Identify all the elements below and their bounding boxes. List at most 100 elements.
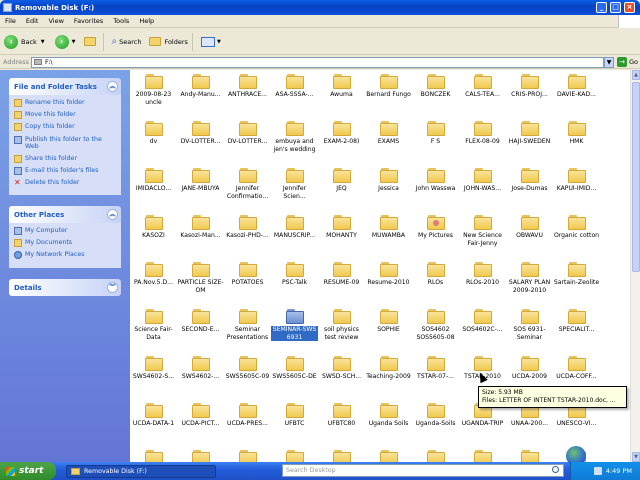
folder-item[interactable]: SPECIALIT... [553, 309, 600, 334]
file-folder-tasks-header[interactable]: File and Folder Tasks ︽ [9, 78, 121, 95]
collapse-chevron-icon[interactable]: ︽ [107, 81, 118, 92]
place-my-documents[interactable]: My Documents [14, 239, 117, 248]
menu-view[interactable]: View [43, 17, 68, 25]
expand-chevron-icon[interactable]: ︾ [107, 282, 118, 293]
folder-item[interactable]: Seminar Presentations [224, 309, 271, 341]
folder-item[interactable]: UFBTC [271, 403, 318, 428]
folder-item[interactable]: OBWAVU [506, 215, 553, 240]
folder-item[interactable]: JEQ [318, 168, 365, 193]
folder-item[interactable]: DV-LOTTER... [177, 121, 224, 146]
folder-item[interactable]: Kasozi-PHD-... [224, 215, 271, 240]
folders-button[interactable]: Folders [149, 37, 188, 46]
folder-item[interactable]: UCDA-PICT... [177, 403, 224, 428]
folder-item[interactable]: TSTAR-07-... [412, 356, 459, 381]
views-button[interactable]: ▼ [200, 36, 221, 47]
folder-item[interactable]: Organic cotton [553, 215, 600, 240]
folder-item[interactable] [459, 450, 506, 462]
folder-item[interactable]: JANE-MBUYA [177, 168, 224, 193]
folder-item[interactable]: SOPHIE [365, 309, 412, 334]
folder-item[interactable]: Bernard Fungo [365, 74, 412, 99]
folder-item[interactable]: UFBTC80 [318, 403, 365, 428]
scroll-down-icon[interactable]: ▼ [632, 452, 640, 462]
folder-item[interactable]: KAPUI-IMID... [553, 168, 600, 193]
folder-item[interactable]: SWS5605C-09 [224, 356, 271, 381]
folder-item[interactable]: Uganda Soils [365, 403, 412, 428]
desktop-search-input[interactable]: Search Desktop [282, 464, 564, 477]
folder-item[interactable]: UCDA-COFF... [553, 356, 600, 381]
close-button[interactable]: × [624, 2, 635, 13]
back-button[interactable]: ‹ Back ▼ [4, 34, 45, 49]
folder-item[interactable]: SEMINAR-SWS 6931 [271, 309, 318, 341]
folder-item[interactable]: RLOs [412, 262, 459, 287]
task-email-files[interactable]: E-mail this folder's files [14, 166, 117, 175]
folder-item[interactable]: soil physics test review [318, 309, 365, 341]
folder-item[interactable]: Jose-Dumas [506, 168, 553, 193]
folder-item[interactable] [365, 450, 412, 462]
task-copy-folder[interactable]: Copy this folder [14, 123, 117, 132]
menu-edit[interactable]: Edit [21, 17, 44, 25]
folder-item[interactable]: MANUSCRIP... [271, 215, 318, 240]
folder-item[interactable]: BONCZEK [412, 74, 459, 99]
folder-item[interactable] [224, 450, 271, 462]
folder-item[interactable]: SECOND-E... [177, 309, 224, 334]
folder-item[interactable]: SWS5605C-DE [271, 356, 318, 381]
folder-item[interactable]: RLOs-2010 [459, 262, 506, 287]
up-folder-button[interactable] [80, 37, 99, 46]
folder-item[interactable]: POTATOES [224, 262, 271, 287]
folder-item[interactable]: Uganda-Soils [412, 403, 459, 428]
folder-item[interactable]: Awuma [318, 74, 365, 99]
scroll-thumb[interactable] [632, 82, 640, 272]
folder-item[interactable]: DAVIE-KAD... [553, 74, 600, 99]
task-move-folder[interactable]: Move this folder [14, 111, 117, 120]
folder-item[interactable]: 2009-08-23 uncle [130, 74, 177, 106]
folder-item[interactable]: IMIDACLO... [130, 168, 177, 193]
folder-item[interactable]: MUWAMBA [365, 215, 412, 240]
folder-item[interactable]: Kasozi-Man... [177, 215, 224, 240]
folder-item[interactable]: PARTICLE SIZE-OM [177, 262, 224, 294]
folder-item[interactable]: F S [412, 121, 459, 146]
folder-item[interactable]: Jessica [365, 168, 412, 193]
folder-item[interactable]: embuya and jen's wedding [271, 121, 318, 153]
folder-item[interactable]: New Science Fair-Jenny [459, 215, 506, 247]
taskbar-window-button[interactable]: Removable Disk (F:) [66, 464, 216, 478]
go-button[interactable]: → Go [617, 57, 638, 67]
search-button[interactable]: ⌕ Search [112, 36, 142, 47]
folder-item[interactable]: SWSD-SCH... [318, 356, 365, 381]
vertical-scrollbar[interactable]: ▲ ▼ [630, 70, 640, 462]
place-my-computer[interactable]: My Computer [14, 227, 117, 235]
folder-item[interactable] [506, 450, 553, 462]
forward-button[interactable]: › ▼ [49, 34, 76, 49]
scroll-up-icon[interactable]: ▲ [632, 70, 640, 80]
place-my-network-places[interactable]: My Network Places [14, 251, 117, 260]
folder-item[interactable]: SWS4602-... [177, 356, 224, 381]
menu-tools[interactable]: Tools [108, 17, 134, 25]
folder-item[interactable]: SOS4602 SOS5605-08 [412, 309, 459, 341]
title-bar[interactable]: Removable Disk (F:) _ □ × [0, 0, 640, 15]
folder-item[interactable]: John Wasswa [412, 168, 459, 193]
folder-item[interactable]: SALARY PLAN 2009-2010 [506, 262, 553, 294]
folder-item[interactable] [412, 450, 459, 462]
folder-item[interactable]: MOHANTY [318, 215, 365, 240]
minimize-button[interactable]: _ [596, 2, 607, 13]
folder-item[interactable]: Resume-2010 [365, 262, 412, 287]
details-header[interactable]: Details ︾ [9, 279, 121, 296]
folder-item[interactable]: EXAMS [365, 121, 412, 146]
folder-item[interactable]: PSC-Talk [271, 262, 318, 287]
menu-help[interactable]: Help [134, 17, 159, 25]
address-field[interactable]: F:\ [31, 56, 604, 68]
folder-item[interactable]: HAJI-SWEDEN [506, 121, 553, 146]
folder-item[interactable]: ASA-SSSA-... [271, 74, 318, 99]
folder-item[interactable] [271, 450, 318, 462]
folder-item[interactable]: RESUME-09 [318, 262, 365, 287]
start-button[interactable]: start [0, 462, 56, 480]
folder-item[interactable] [318, 450, 365, 462]
folder-item[interactable]: JOHN-WAS... [459, 168, 506, 193]
other-places-header[interactable]: Other Places ︽ [9, 206, 121, 223]
task-rename-folder[interactable]: Rename this folder [14, 99, 117, 107]
folder-item[interactable]: Jennifer Confirmatio... [224, 168, 271, 200]
tray-icon[interactable] [593, 467, 602, 475]
menu-favorites[interactable]: Favorites [69, 17, 108, 25]
folder-item[interactable]: KASOZI [130, 215, 177, 240]
task-share-folder[interactable]: Share this folder [14, 154, 117, 163]
folder-item[interactable] [130, 450, 177, 462]
